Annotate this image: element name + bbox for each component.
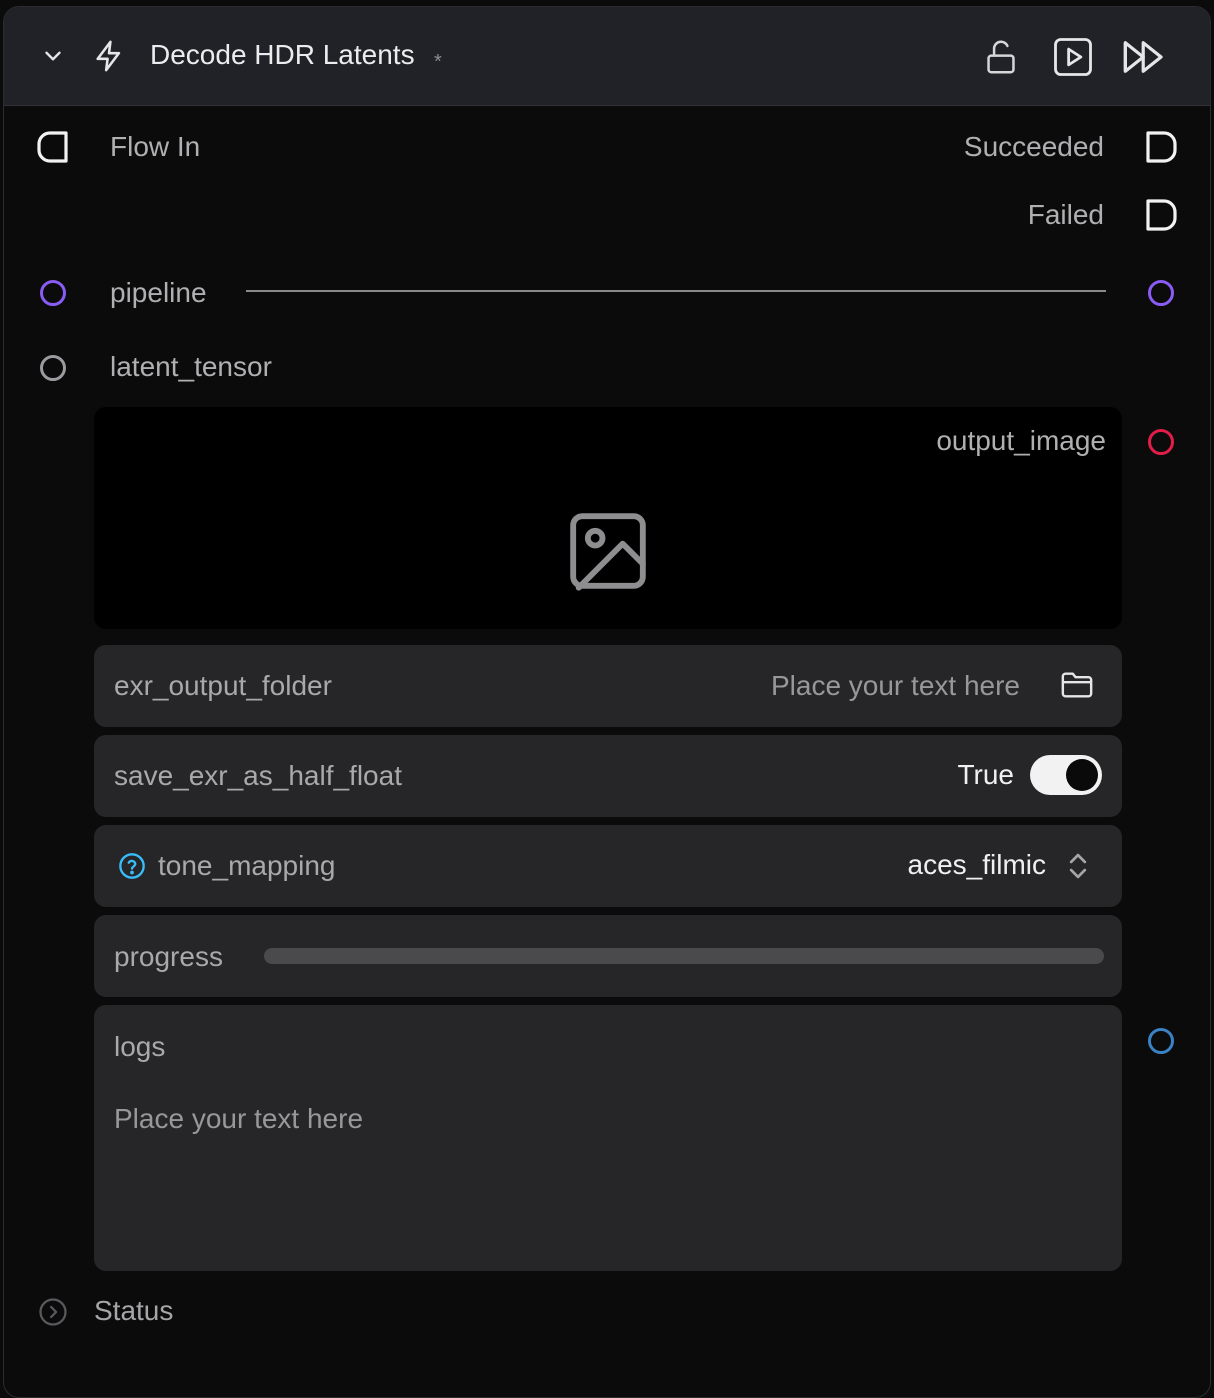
exr-output-folder-row: exr_output_folder Place your text here [94, 645, 1122, 727]
succeeded-label: Succeeded [963, 131, 1104, 162]
play-icon[interactable] [1052, 36, 1094, 83]
pipeline-output-port[interactable] [1148, 280, 1174, 306]
logs-output-port[interactable] [1148, 1028, 1174, 1054]
chevron-down-icon[interactable] [40, 43, 66, 74]
save-exr-half-float-toggle[interactable] [1030, 755, 1102, 795]
tone-mapping-row: tone_mapping aces_filmic [94, 825, 1122, 907]
tone-mapping-select[interactable]: aces_filmic [908, 849, 1046, 881]
unlock-icon[interactable] [984, 39, 1018, 80]
folder-icon[interactable] [1060, 669, 1094, 706]
pipeline-passthrough-line [246, 290, 1106, 292]
chevron-up-down-icon[interactable] [1066, 851, 1090, 886]
toggle-knob [1066, 759, 1098, 791]
flow-in-port[interactable] [36, 130, 70, 169]
output-image-label: output_image [936, 425, 1106, 456]
logs-row: logs Place your text here [94, 1005, 1122, 1271]
logs-label: logs [114, 1031, 166, 1062]
save-exr-half-float-value: True [957, 759, 1014, 790]
exr-output-folder-label: exr_output_folder [114, 670, 332, 701]
status-label[interactable]: Status [94, 1295, 173, 1327]
save-exr-half-float-label: save_exr_as_half_float [114, 760, 402, 791]
logs-textarea[interactable]: Place your text here [114, 1103, 363, 1135]
question-icon[interactable] [118, 852, 146, 885]
modified-marker: * [434, 51, 442, 73]
flow-in-label: Flow In [110, 131, 201, 162]
progress-bar [264, 948, 1104, 964]
progress-label: progress [114, 941, 223, 972]
node-header: Decode HDR Latents * [4, 7, 1210, 106]
failed-label: Failed [1027, 199, 1104, 230]
tone-mapping-label: tone_mapping [158, 850, 336, 881]
image-preview[interactable]: output_image [94, 407, 1122, 629]
succeeded-port[interactable] [1144, 130, 1178, 169]
fast-forward-icon[interactable] [1120, 35, 1170, 84]
node-title[interactable]: Decode HDR Latents [150, 39, 415, 71]
latent-tensor-label: latent_tensor [110, 351, 272, 382]
pipeline-input-port[interactable] [40, 280, 66, 306]
progress-row: progress [94, 915, 1122, 997]
lightning-icon [92, 39, 126, 78]
exr-output-folder-input[interactable]: Place your text here [771, 670, 1020, 702]
save-exr-half-float-row: save_exr_as_half_float True [94, 735, 1122, 817]
image-icon [564, 507, 652, 600]
output-image-port[interactable] [1148, 429, 1174, 455]
failed-port[interactable] [1144, 198, 1178, 237]
latent-tensor-input-port[interactable] [40, 355, 66, 381]
node-card: Decode HDR Latents * Flow In Succeeded F… [3, 6, 1211, 1398]
pipeline-label: pipeline [110, 277, 207, 308]
chevron-right-icon[interactable] [38, 1297, 68, 1332]
